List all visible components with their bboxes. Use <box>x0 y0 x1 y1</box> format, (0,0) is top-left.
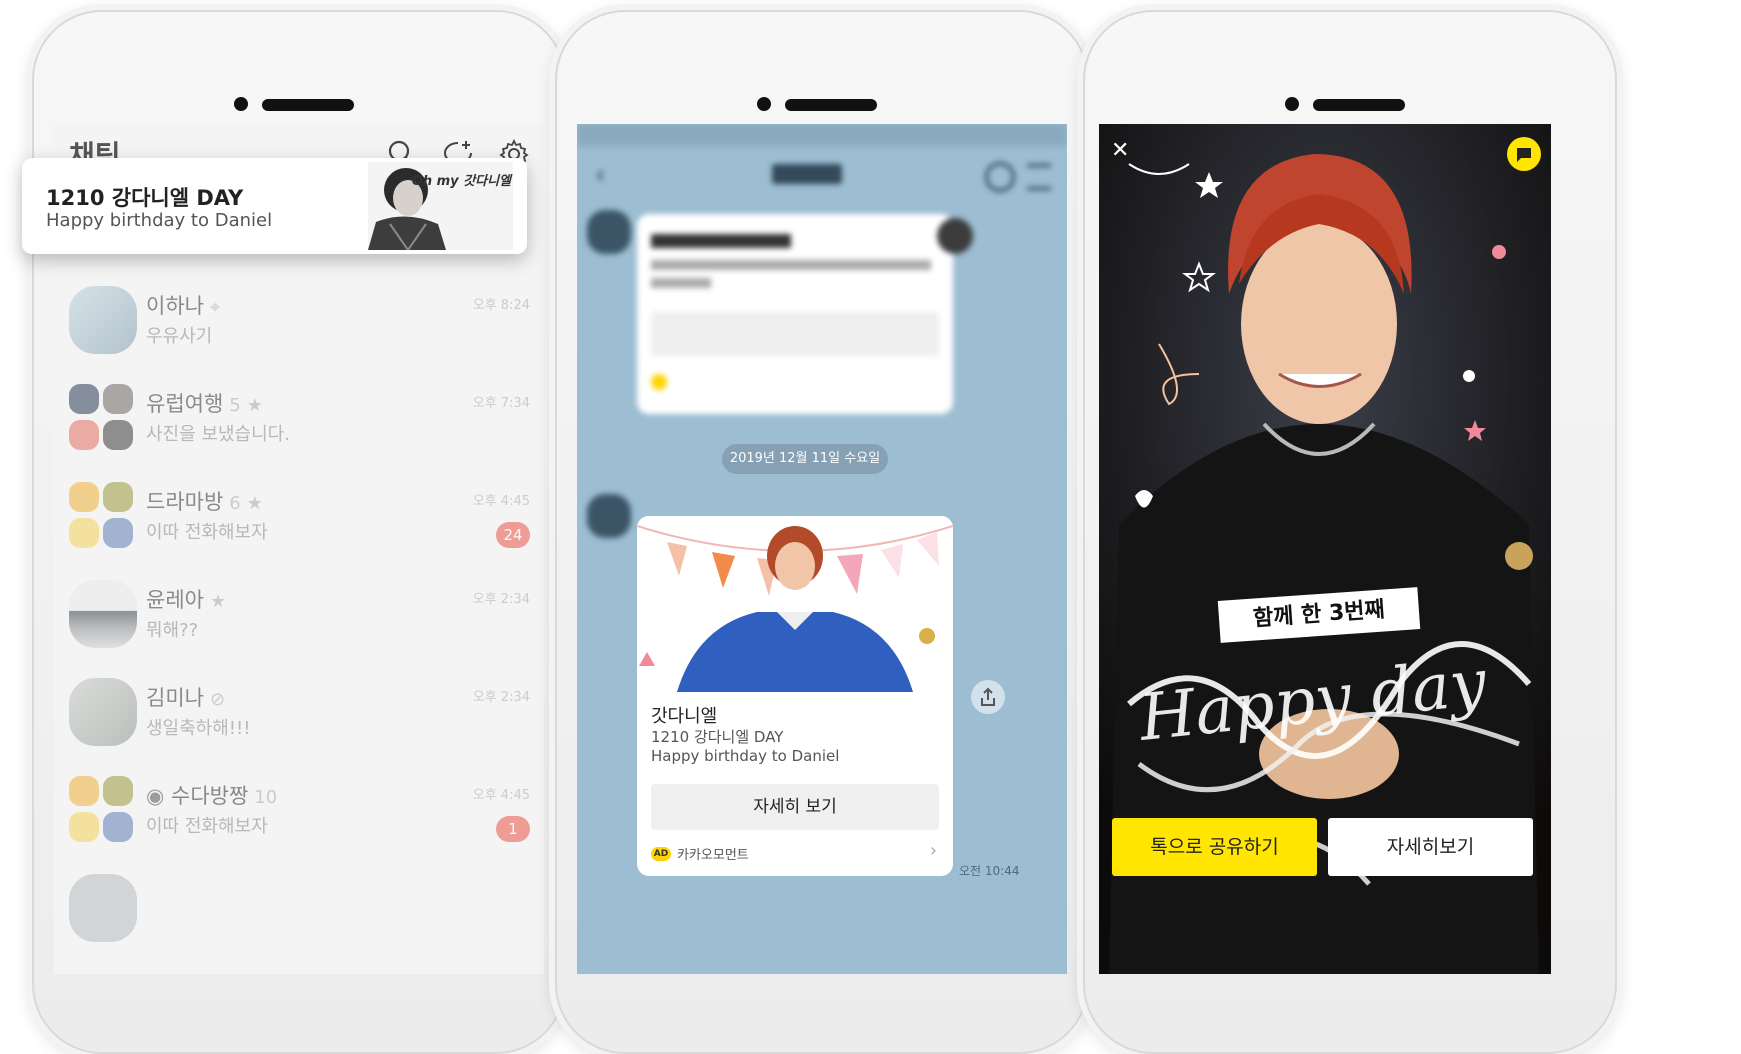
ad-tag: AD <box>651 846 671 861</box>
member-count: 5 <box>229 395 241 416</box>
kakao-talk-icon[interactable] <box>1507 137 1541 171</box>
chat-row[interactable]: 유럽여행 5 ★ 사진을 보냈습니다. 오후 7:34 <box>54 372 544 470</box>
card-detail-button[interactable]: 자세히 보기 <box>651 784 939 830</box>
birthday-card-message: 갓다니엘 1210 강다니엘 DAY Happy birthday to Dan… <box>637 516 953 876</box>
card-ad-source[interactable]: AD 카카오모먼트 <box>651 844 749 863</box>
chat-last-message: 생일축하해!!! <box>146 718 251 739</box>
speaker <box>262 99 354 111</box>
card-image <box>637 516 953 692</box>
chat-row[interactable]: ◉ 수다방짱 10 이따 전화해보자 오후 4:45 1 <box>54 764 544 862</box>
ad-brand: 카카오모먼트 <box>677 848 749 863</box>
chat-time: 오후 4:45 <box>472 788 530 803</box>
chat-last-message: 뭐해?? <box>146 620 199 641</box>
card-line-1: 1210 강다니엘 DAY <box>651 728 784 746</box>
birthday-row-title: 1210 강다니엘 DAY <box>46 186 244 210</box>
star-icon: ★ <box>209 591 227 612</box>
chat-time: 오후 2:34 <box>472 592 530 607</box>
chat-name-text: 윤레아 <box>146 588 204 612</box>
phone-birthday-story: ✕ 함께 한 3번째 Happy day 톡으로 공유하기 자세히보기 <box>1083 10 1617 1054</box>
member-count: 6 <box>229 493 241 514</box>
chat-row[interactable]: 김미나 ⊘ 생일축하해!!! 오후 2:34 <box>54 666 544 764</box>
card-description: 1210 강다니엘 DAY Happy birthday to Daniel <box>651 728 941 766</box>
chat-row[interactable]: 윤레아 ★ 뭐해?? 오후 2:34 <box>54 568 544 666</box>
chat-time: 오후 2:34 <box>472 690 530 705</box>
group-avatar <box>69 482 137 550</box>
mute-icon: ⊘ <box>209 689 226 710</box>
front-camera <box>234 97 248 111</box>
birthday-chat-row[interactable]: 1210 강다니엘 DAY Happy birthday to Daniel O… <box>22 158 527 254</box>
phone-chat-room: ‹ 2019년 12월 11일 수요일 갓다니엘 1210 강다니엘 DAY H… <box>555 10 1089 1054</box>
thumbnail-caption: Oh my 갓다니엘 <box>411 174 511 189</box>
chat-name: 드라마방 6 ★ <box>146 486 263 516</box>
chat-name-text: 수다방짱 <box>171 784 249 808</box>
chat-name: 이하나 ⌖ <box>146 290 220 320</box>
front-camera <box>757 97 771 111</box>
chat-time: 오후 4:45 <box>472 494 530 509</box>
share-icon[interactable] <box>971 680 1005 714</box>
date-divider: 2019년 12월 11일 수요일 <box>722 444 888 474</box>
card-title: 갓다니엘 <box>651 706 718 727</box>
chat-name: 윤레아 ★ <box>146 584 226 614</box>
chat-time: 오후 8:24 <box>472 298 530 313</box>
birthday-thumbnail-image: Oh my 갓다니엘 <box>368 162 513 252</box>
chat-name-text: 김미나 <box>146 686 204 710</box>
view-details-button[interactable]: 자세히보기 <box>1328 818 1533 876</box>
avatar <box>69 580 137 648</box>
chat-name-text: 유럽여행 <box>146 392 224 416</box>
chat-last-message: 사진을 보냈습니다. <box>146 424 290 445</box>
chat-name-text: 드라마방 <box>146 490 224 514</box>
message-time: 오전 10:44 <box>959 864 1020 878</box>
chat-row[interactable]: 이하나 ⌖ 우유사기 오후 8:24 <box>54 274 544 372</box>
chat-row-partial <box>54 862 544 960</box>
birthday-row-subtitle: Happy birthday to Daniel <box>46 210 273 231</box>
unread-badge: 24 <box>496 522 530 548</box>
chat-name: ◉ 수다방짱 10 <box>146 780 277 810</box>
card-line-2: Happy birthday to Daniel <box>651 747 840 765</box>
avatar <box>69 678 137 746</box>
share-to-talk-button[interactable]: 톡으로 공유하기 <box>1112 818 1317 876</box>
front-camera <box>1285 97 1299 111</box>
avatar <box>69 286 137 354</box>
chat-name-text: 이하나 <box>146 294 204 318</box>
speaker <box>785 99 877 111</box>
star-icon: ★ <box>246 395 263 416</box>
close-icon[interactable]: ✕ <box>1111 138 1129 163</box>
chat-room-screen: ‹ 2019년 12월 11일 수요일 갓다니엘 1210 강다니엘 DAY H… <box>577 124 1067 974</box>
chat-last-message: 이따 전화해보자 <box>146 522 268 543</box>
speaker <box>1313 99 1405 111</box>
chat-time: 오후 7:34 <box>472 396 530 411</box>
avatar <box>69 874 137 942</box>
star-icon: ★ <box>246 493 263 514</box>
chat-last-message: 이따 전화해보자 <box>146 816 268 837</box>
group-avatar <box>69 384 137 452</box>
openchat-icon: ◉ <box>146 784 171 808</box>
chat-name: 김미나 ⊘ <box>146 682 225 712</box>
unread-badge: 1 <box>496 816 530 842</box>
pin-icon: ⌖ <box>209 297 221 318</box>
chevron-right-icon: › <box>929 840 937 861</box>
chat-name: 유럽여행 5 ★ <box>146 388 263 418</box>
group-avatar <box>69 776 137 844</box>
birthday-story-screen: ✕ 함께 한 3번째 Happy day 톡으로 공유하기 자세히보기 <box>1099 124 1551 974</box>
chat-row[interactable]: 드라마방 6 ★ 이따 전화해보자 오후 4:45 24 <box>54 470 544 568</box>
chat-last-message: 우유사기 <box>146 326 213 347</box>
member-count: 10 <box>254 787 278 808</box>
